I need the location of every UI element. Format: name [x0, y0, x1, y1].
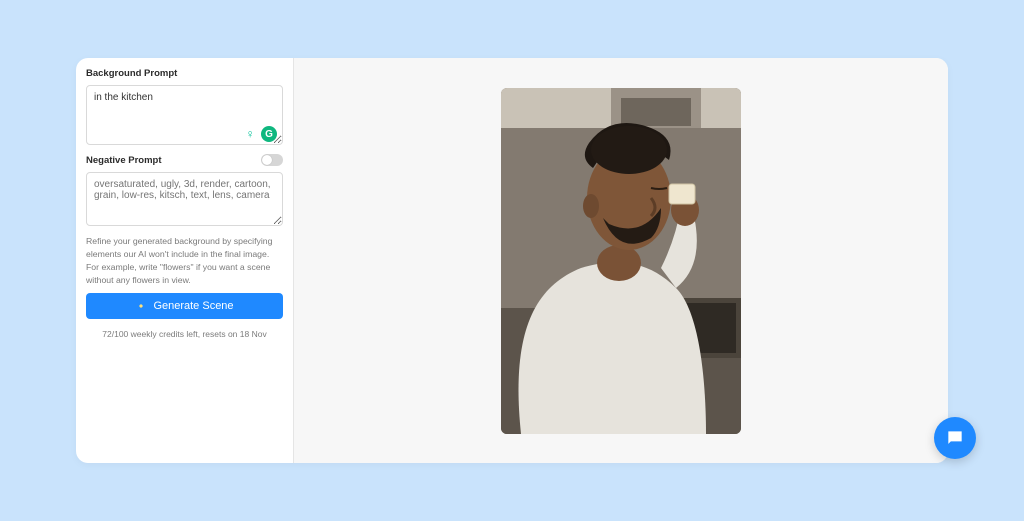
generated-image-preview[interactable]: [501, 88, 741, 434]
background-prompt-label: Background Prompt: [86, 68, 283, 79]
textarea-assist-icons: ♀ G: [243, 126, 277, 142]
negative-prompt-textarea[interactable]: [86, 172, 283, 226]
generate-scene-label: Generate Scene: [153, 300, 233, 312]
negative-prompt-label: Negative Prompt: [86, 155, 162, 166]
app-card: Background Prompt ♀ G Negative Prompt Re…: [76, 58, 948, 463]
negative-prompt-toggle[interactable]: [261, 154, 283, 166]
generate-scene-button[interactable]: Generate Scene: [86, 293, 283, 319]
credits-remaining: 72/100 weekly credits left, resets on 18…: [86, 329, 283, 339]
negative-prompt-help: Refine your generated background by spec…: [86, 235, 283, 287]
chat-icon: [945, 428, 965, 448]
negative-prompt-header: Negative Prompt: [86, 154, 283, 166]
background-prompt-field: ♀ G: [86, 85, 283, 148]
chat-support-button[interactable]: [934, 417, 976, 459]
suggestion-icon[interactable]: ♀: [243, 127, 257, 141]
grammarly-icon[interactable]: G: [261, 126, 277, 142]
negative-prompt-field: [86, 172, 283, 229]
preview-canvas: [294, 58, 948, 463]
sparkle-icon: [135, 300, 147, 312]
sidebar: Background Prompt ♀ G Negative Prompt Re…: [76, 58, 294, 463]
